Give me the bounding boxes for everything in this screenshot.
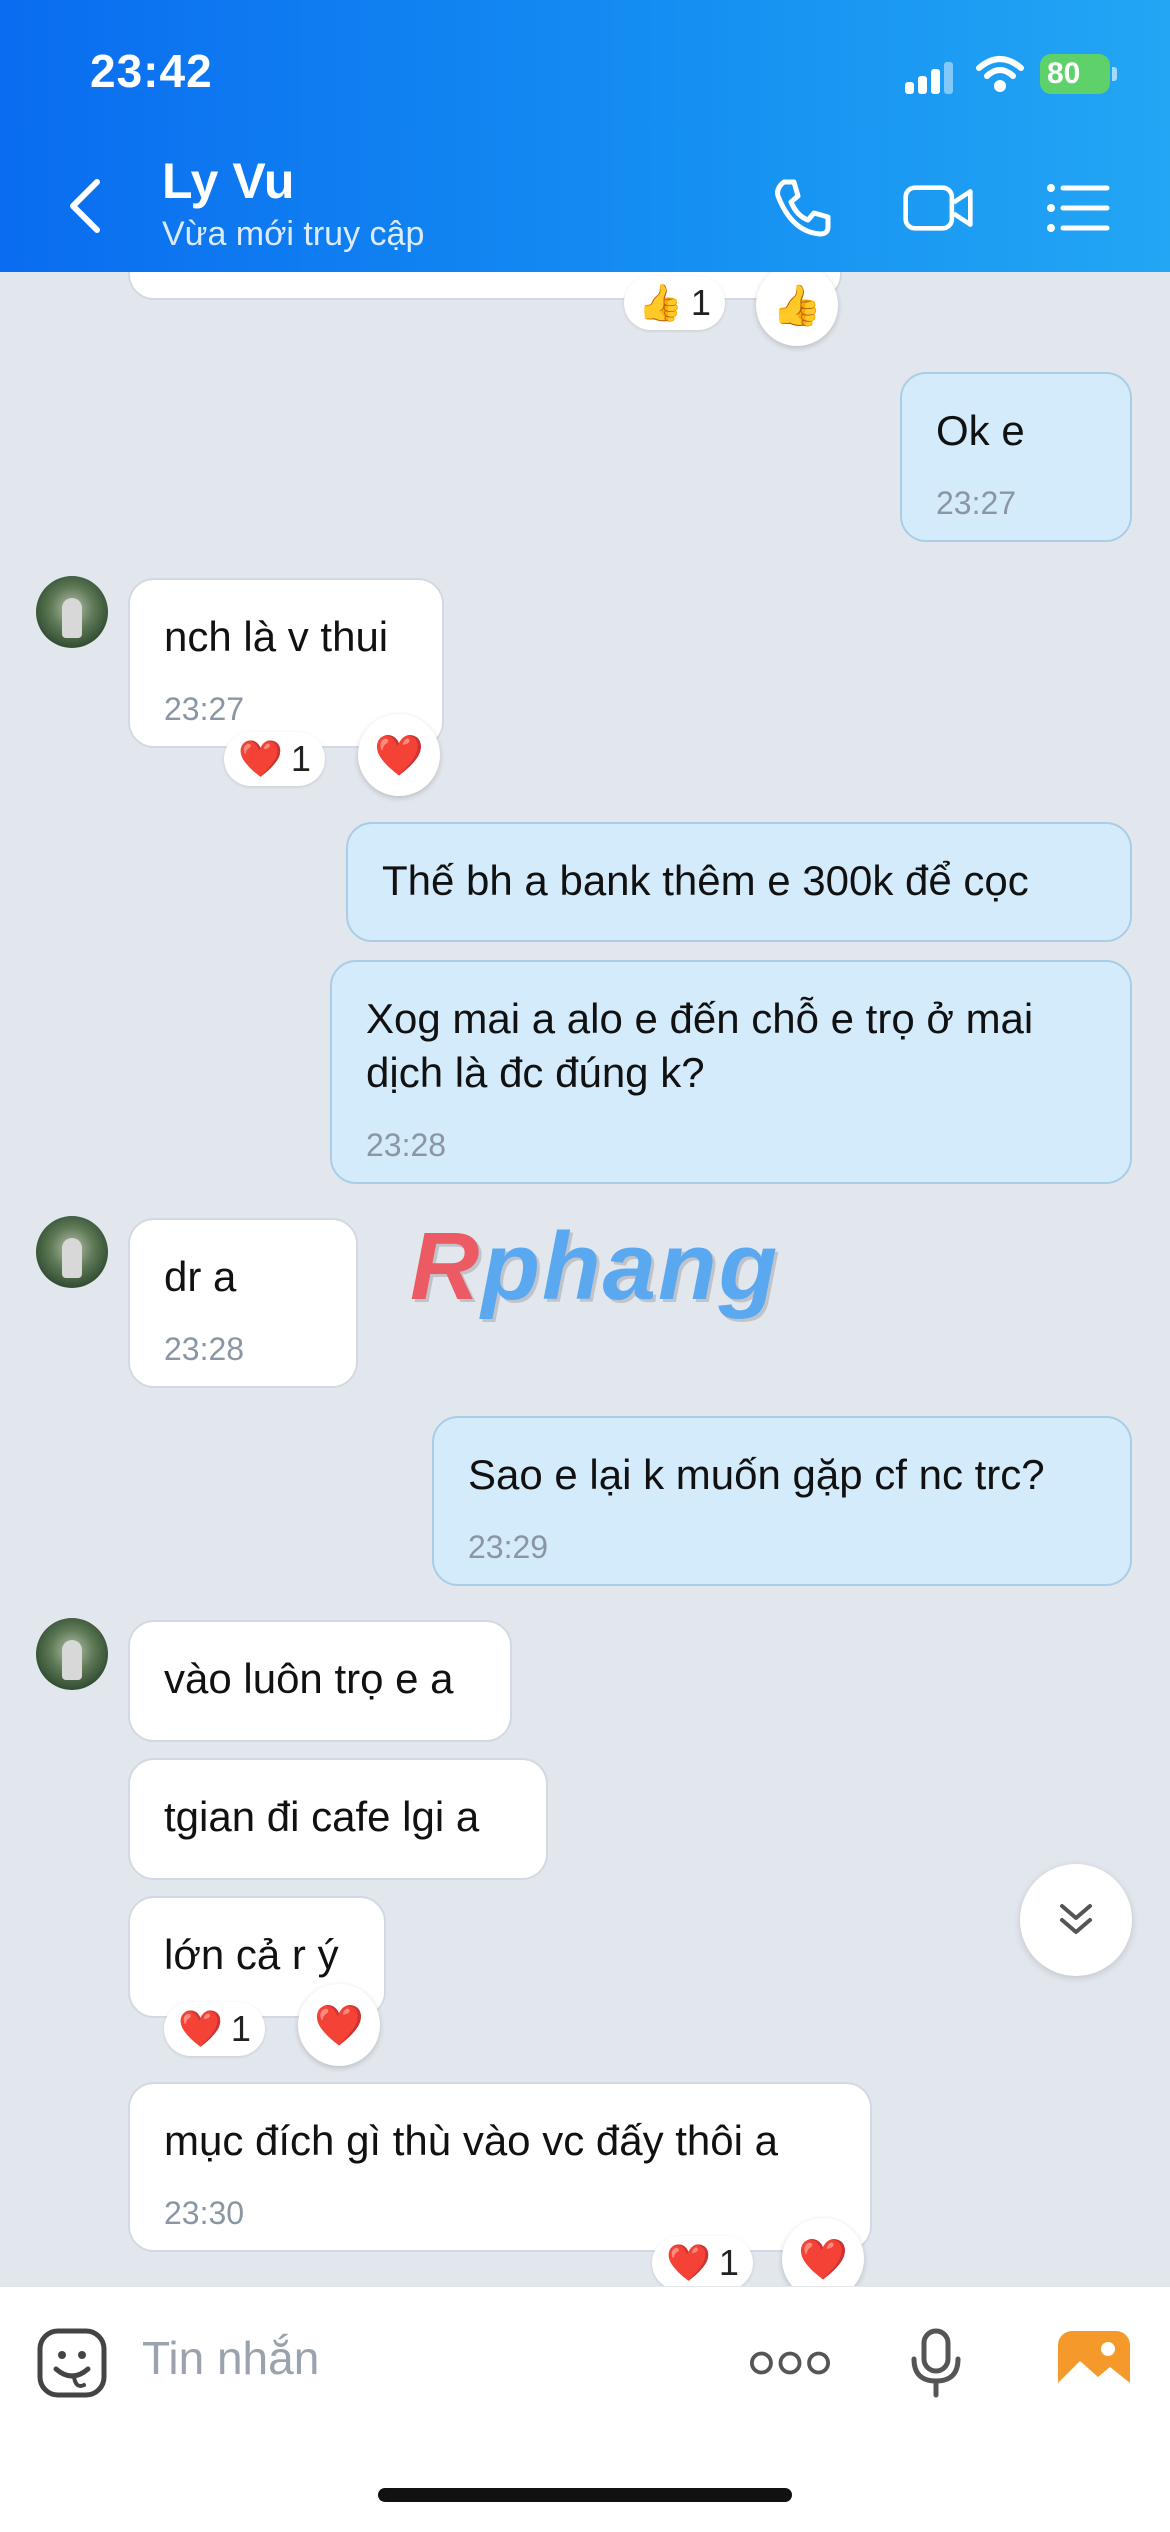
message-time: 23:27 [936, 485, 1017, 521]
cellular-signal-icon [905, 62, 957, 94]
message-text: vào luôn trọ e a [164, 1655, 454, 1702]
message-bubble-incoming[interactable]: tgian đi cafe lgi a [128, 1758, 548, 1880]
more-options-icon[interactable] [750, 2323, 830, 2403]
reaction-summary[interactable]: ❤️ 1 [164, 2002, 265, 2056]
avatar[interactable] [36, 1618, 108, 1690]
wifi-icon [975, 54, 1025, 94]
chevron-double-down-icon [1060, 1904, 1092, 1934]
thumbs-up-react-button[interactable]: 👍 [756, 272, 838, 346]
message-time: 23:28 [366, 1127, 447, 1163]
scroll-to-bottom-button[interactable] [1020, 1864, 1132, 1976]
reaction-count: 1 [690, 282, 711, 323]
heart-icon: ❤️ [178, 2008, 223, 2049]
message-time: 23:29 [468, 1529, 549, 1565]
message-input[interactable]: Tin nhắn [142, 2331, 319, 2385]
heart-react-button[interactable]: ❤️ [358, 714, 440, 796]
message-bubble-incoming[interactable]: mục đích gì thù vào vc đấy thôi a 23:30 [128, 2082, 872, 2252]
heart-icon: ❤️ [238, 738, 283, 779]
message-bubble-incoming[interactable]: vào luôn trọ e a [128, 1620, 512, 1742]
watermark-logo: Rphang [410, 1213, 780, 1320]
menu-list-icon[interactable] [1042, 172, 1114, 244]
message-text: Xog mai a alo e đến chỗ e trọ ở mai dịch… [366, 995, 1034, 1096]
avatar[interactable] [36, 1216, 108, 1288]
sticker-icon[interactable] [32, 2323, 112, 2403]
reaction-count: 1 [230, 2008, 251, 2049]
reaction-count: 1 [290, 738, 311, 779]
message-bubble-partial[interactable] [128, 272, 842, 300]
phone-icon[interactable] [766, 172, 838, 244]
back-icon[interactable] [60, 176, 110, 236]
message-bubble-outgoing[interactable]: Thế bh a bank thêm e 300k để cọc [346, 822, 1132, 942]
message-text: mục đích gì thù vào vc đấy thôi a [164, 2117, 779, 2164]
reaction-summary[interactable]: ❤️ 1 [224, 732, 325, 786]
message-time: 23:28 [164, 1331, 245, 1367]
message-time: 23:30 [164, 2195, 245, 2231]
heart-react-button[interactable]: ❤️ [298, 1984, 380, 2066]
message-bubble-incoming[interactable]: dr a 23:28 [128, 1218, 358, 1388]
heart-icon: ❤️ [666, 2242, 711, 2283]
message-list[interactable]: 👍 1 👍 Ok e 23:27 nch là v thui 23:27 ❤️ … [0, 272, 1170, 2286]
message-text: dr a [164, 1253, 237, 1300]
message-text: Sao e lại k muốn gặp cf nc trc? [468, 1451, 1045, 1498]
image-gallery-icon[interactable] [1054, 2323, 1134, 2403]
reaction-summary[interactable]: 👍 1 [624, 276, 725, 330]
contact-status: Vừa mới truy cập [162, 215, 425, 253]
message-time: 23:27 [164, 691, 245, 727]
microphone-icon[interactable] [896, 2323, 976, 2403]
message-bubble-outgoing[interactable]: Sao e lại k muốn gặp cf nc trc? 23:29 [432, 1416, 1132, 1586]
message-text: nch là v thui [164, 613, 389, 660]
avatar[interactable] [36, 576, 108, 648]
reaction-count: 1 [718, 2242, 739, 2283]
message-text: lớn cả r ý [164, 1931, 339, 1978]
message-bubble-outgoing[interactable]: Xog mai a alo e đến chỗ e trọ ở mai dịch… [330, 960, 1132, 1184]
battery-level: 80 [1047, 57, 1081, 90]
thumbs-up-icon: 👍 [638, 282, 683, 323]
home-indicator [378, 2488, 792, 2502]
message-text: Thế bh a bank thêm e 300k để cọc [382, 857, 1029, 904]
message-text: Ok e [936, 407, 1025, 454]
video-call-icon[interactable] [902, 172, 974, 244]
message-text: tgian đi cafe lgi a [164, 1793, 480, 1840]
message-bubble-outgoing[interactable]: Ok e 23:27 [900, 372, 1132, 542]
contact-name[interactable]: Ly Vu [162, 152, 294, 210]
chat-header: 23:42 80 Ly Vu Vừa mới truy cập [0, 0, 1170, 272]
status-time: 23:42 [90, 45, 213, 97]
battery-icon: 80 [1040, 54, 1117, 94]
reaction-summary[interactable]: ❤️ 1 [652, 2236, 753, 2286]
